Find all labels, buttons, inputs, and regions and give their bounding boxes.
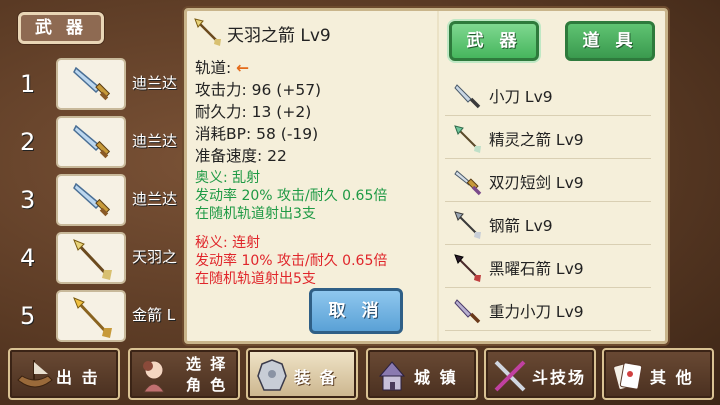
nav-arena-button[interactable]: 斗技场 <box>484 348 596 400</box>
track-row: 轨道: ← <box>195 57 321 79</box>
nav-label: 选 择 角 色 <box>186 354 227 396</box>
equipped-slot-5[interactable]: 5 金箭 L <box>14 290 194 348</box>
skill-effect: 在随机轨道射出3支 <box>195 206 316 222</box>
skill-rate: 发动率 10% 攻击/耐久 0.65倍 <box>195 253 388 269</box>
inventory-item-name: 小刀 Lv9 <box>489 88 553 106</box>
slot-frame[interactable] <box>56 174 126 226</box>
weapon-category-tab[interactable]: 武 器 <box>18 12 104 44</box>
slot-item-name: 迪兰达 <box>132 190 178 208</box>
nav-equip-button[interactable]: 装 备 <box>246 348 358 400</box>
inventory-item-name: 重力小刀 Lv9 <box>489 303 584 321</box>
character-icon <box>143 360 165 393</box>
secret-skill-1: 奥义: 乱射 发动率 20% 攻击/耐久 0.65倍 在随机轨道射出3支 <box>195 169 387 223</box>
nav-label: 装 备 <box>294 368 338 387</box>
feather-arrow-icon <box>194 18 221 46</box>
inventory-item[interactable]: 重力小刀 Lv9 <box>445 288 651 331</box>
slot-item-name: 迪兰达 <box>132 74 178 92</box>
inventory-item[interactable]: 钢箭 Lv9 <box>445 202 651 245</box>
skill-name: 奥义: 乱射 <box>195 170 261 186</box>
nav-label-line1: 选 择 <box>186 355 228 373</box>
skill-rate: 发动率 20% 攻击/耐久 0.65倍 <box>195 188 388 204</box>
ship-icon <box>17 360 53 388</box>
nav-town-button[interactable]: 城 镇 <box>366 348 478 400</box>
town-icon <box>378 361 406 391</box>
slot-item-name: 金箭 L <box>132 306 176 324</box>
durability-stat: 耐久力: 13 (+2) <box>195 103 312 121</box>
inventory-item-name: 双刃短剑 Lv9 <box>489 174 584 192</box>
inventory-list: 小刀 Lv9 精灵之箭 Lv9 双刃短剑 Lv9 钢箭 Lv9 黑曜石箭 Lv9… <box>445 73 651 331</box>
skill-effect: 在随机轨道射出5支 <box>195 271 316 287</box>
slot-frame[interactable] <box>56 116 126 168</box>
arrow-icon <box>454 125 481 153</box>
track-label: 轨道: <box>195 59 232 77</box>
tab-items[interactable]: 道 具 <box>565 21 655 61</box>
feather-arrow-icon <box>73 239 112 280</box>
inventory-item[interactable]: 黑曜石箭 Lv9 <box>445 245 651 288</box>
knife-icon <box>454 84 481 109</box>
attack-stat: 攻击力: 96 (+57) <box>195 81 322 99</box>
nav-label: 斗技场 <box>532 368 587 387</box>
weapon-stats: 轨道: ← 攻击力: 96 (+57) 耐久力: 13 (+2) 消耗BP: 5… <box>195 57 321 167</box>
crossed-swords-icon <box>494 360 526 392</box>
inventory-item[interactable]: 小刀 Lv9 <box>445 73 651 116</box>
nav-label: 出 击 <box>56 368 100 387</box>
cancel-button[interactable]: 取 消 <box>309 288 403 334</box>
weapon-title: 天羽之箭 Lv9 <box>227 26 331 46</box>
slot-number: 1 <box>20 70 36 98</box>
cards-icon <box>613 362 643 390</box>
durandal-sword-icon <box>73 124 111 159</box>
secret-skill-2: 秘义: 连射 发动率 10% 攻击/耐久 0.65倍 在随机轨道射出5支 <box>195 234 387 288</box>
slot-frame[interactable] <box>56 58 126 110</box>
arrow-icon <box>454 254 481 282</box>
nav-label: 其 他 <box>650 368 694 387</box>
nav-other-button[interactable]: 其 他 <box>602 348 714 400</box>
equipped-list: 1 迪兰达 2 迪兰达 3 迪兰达 4 天羽之 5 金箭 L <box>14 58 194 348</box>
tab-weapons[interactable]: 武 器 <box>449 21 539 61</box>
slot-frame[interactable] <box>56 290 126 342</box>
equipped-slot-1[interactable]: 1 迪兰达 <box>14 58 194 116</box>
slot-frame[interactable] <box>56 232 126 284</box>
slot-item-name: 迪兰达 <box>132 132 178 150</box>
slot-number: 3 <box>20 186 36 214</box>
inventory-item[interactable]: 精灵之箭 Lv9 <box>445 116 651 159</box>
nav-select-character-button[interactable]: 选 择 角 色 <box>128 348 240 400</box>
arrow-icon <box>454 211 481 239</box>
equipped-slot-2[interactable]: 2 迪兰达 <box>14 116 194 174</box>
gold-arrow-icon <box>73 297 112 338</box>
inventory-item[interactable]: 双刃短剑 Lv9 <box>445 159 651 202</box>
bp-cost-stat: 消耗BP: 58 (-19) <box>195 125 319 143</box>
equipped-slot-4[interactable]: 4 天羽之 <box>14 232 194 290</box>
armor-icon <box>257 359 287 391</box>
inventory-item-name: 钢箭 Lv9 <box>489 217 553 235</box>
skill-name: 秘义: 连射 <box>195 235 261 251</box>
slot-number: 2 <box>20 128 36 156</box>
dagger-icon <box>454 170 482 196</box>
weapon-detail-panel: 天羽之箭 Lv9 轨道: ← 攻击力: 96 (+57) 耐久力: 13 (+2… <box>184 8 668 344</box>
slot-item-name: 天羽之 <box>132 248 178 266</box>
panel-divider <box>437 11 439 341</box>
nav-label-line2: 角 色 <box>186 376 228 394</box>
bottom-nav: 出 击 选 择 角 色 装 备 城 镇 斗技场 其 他 <box>0 345 720 405</box>
track-arrow-icon: ← <box>236 59 250 77</box>
equipped-slot-3[interactable]: 3 迪兰达 <box>14 174 194 232</box>
prep-speed-stat: 准备速度: 22 <box>195 147 287 165</box>
durandal-sword-icon <box>73 182 111 217</box>
nav-sortie-button[interactable]: 出 击 <box>8 348 120 400</box>
inventory-item-name: 黑曜石箭 Lv9 <box>489 260 584 278</box>
durandal-sword-icon <box>73 66 111 101</box>
inventory-item-name: 精灵之箭 Lv9 <box>489 131 584 149</box>
slot-number: 4 <box>20 244 36 272</box>
knife-icon <box>454 299 481 324</box>
slot-number: 5 <box>20 302 36 330</box>
nav-label: 城 镇 <box>414 368 458 387</box>
